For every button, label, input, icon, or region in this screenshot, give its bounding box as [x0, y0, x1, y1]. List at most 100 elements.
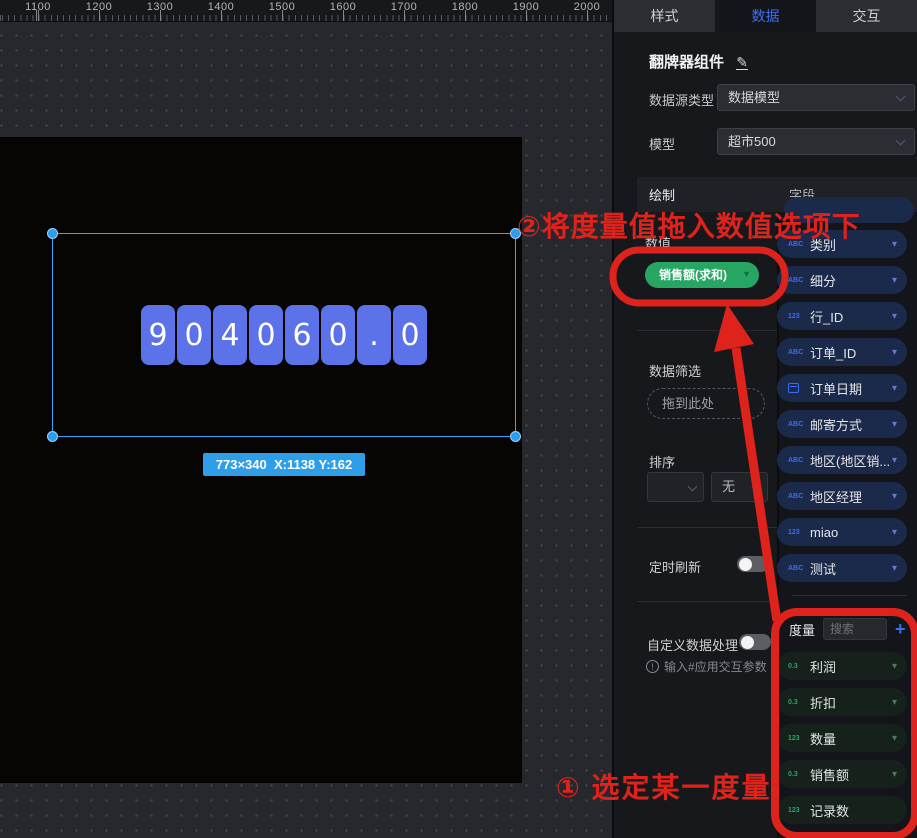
chevron-down-icon[interactable]: ▾ — [892, 769, 897, 780]
measure-pill[interactable]: 123 数量 ▾ — [777, 724, 907, 752]
field-label: 数量 — [810, 729, 836, 748]
chevron-down-icon[interactable]: ▾ — [892, 275, 897, 286]
dimension-pill[interactable]: ABC 类别 ▾ — [777, 230, 907, 258]
measure-search-input[interactable] — [823, 618, 887, 640]
ruler-label: 1700 — [391, 1, 417, 13]
field-label: 记录数 — [810, 801, 849, 820]
sort-field-select[interactable] — [647, 472, 704, 502]
component-title: 翻牌器组件 ✎ — [649, 51, 748, 72]
auto-refresh-toggle[interactable] — [737, 556, 769, 572]
resize-handle-top-right[interactable] — [510, 228, 521, 239]
measures-header: 度量 + — [789, 618, 906, 640]
ruler-label: 1200 — [86, 1, 112, 13]
panel-tab[interactable]: 数据 — [715, 0, 816, 32]
measure-pill[interactable]: 0.3 折扣 ▾ — [777, 688, 907, 716]
panel-tab[interactable]: 交互 — [816, 0, 917, 32]
chevron-down-icon[interactable]: ▾ — [892, 697, 897, 708]
field-type-icon: 0.3 — [788, 771, 810, 778]
resize-handle-top-left[interactable] — [47, 228, 58, 239]
field-label: 地区(地区销... — [810, 451, 890, 470]
ruler-label: 2000 — [574, 1, 600, 13]
design-workspace[interactable]: 1100120013001400150016001700180019002000… — [0, 0, 612, 838]
datasource-type-select[interactable]: 数据模型 — [717, 84, 915, 111]
value-label: 数值 — [645, 233, 671, 252]
filter-dropzone[interactable]: 拖到此处 — [647, 388, 765, 419]
field-type-icon: ABC — [788, 493, 810, 500]
dimension-pill[interactable]: 123 miao ▾ — [777, 518, 907, 546]
sort-label: 排序 — [649, 452, 675, 471]
value-measure-pill-label: 销售额(求和) — [659, 268, 727, 282]
dimension-pill[interactable]: ABC 测试 ▾ — [777, 554, 907, 582]
dimension-pill[interactable]: ABC 地区(地区销... ▾ — [777, 446, 907, 474]
chevron-down-icon[interactable]: ▾ — [892, 383, 897, 394]
chevron-down-icon[interactable]: ▾ — [892, 311, 897, 322]
digit-card: 6 — [285, 305, 319, 365]
digit-card: . — [357, 305, 391, 365]
ruler-label: 1900 — [513, 1, 539, 13]
field-label: 地区经理 — [810, 487, 862, 506]
field-label: 细分 — [810, 271, 836, 290]
info-icon: ! — [646, 660, 659, 673]
digit-card: 0 — [177, 305, 211, 365]
chevron-down-icon[interactable]: ▾ — [892, 733, 897, 744]
resize-handle-bottom-right[interactable] — [510, 431, 521, 442]
edit-icon[interactable]: ✎ — [736, 55, 748, 70]
field-label: 邮寄方式 — [810, 415, 862, 434]
add-measure-button[interactable]: + — [895, 620, 906, 638]
chevron-down-icon[interactable]: ▾ — [892, 347, 897, 358]
dimension-list: ABC 类别 ▾ ABC 细分 ▾ 123 行_ID ▾ ABC 订单_ID ▾ — [771, 230, 907, 590]
dimension-pill[interactable]: ABC 邮寄方式 ▾ — [777, 410, 907, 438]
field-label: 行_ID — [810, 307, 843, 326]
chevron-down-icon[interactable]: ▾ — [892, 491, 897, 502]
chevron-down-icon — [752, 482, 762, 492]
chevron-down-icon[interactable]: ▾ — [892, 239, 897, 250]
flip-card-widget[interactable]: 904060.0 — [141, 305, 427, 365]
measure-pill[interactable]: 0.3 销售额 ▾ — [777, 760, 907, 788]
dimension-pill[interactable]: 123 行_ID ▾ — [777, 302, 907, 330]
digit-card: 0 — [321, 305, 355, 365]
dimension-pill[interactable]: ABC 地区经理 ▾ — [777, 482, 907, 510]
field-type-icon: 123 — [788, 313, 810, 320]
field-label: 订单日期 — [810, 379, 862, 398]
field-label: miao — [810, 525, 838, 540]
model-label: 模型 — [649, 134, 675, 153]
ruler-label: 1600 — [330, 1, 356, 13]
chevron-down-icon[interactable]: ▾ — [892, 661, 897, 672]
chevron-down-icon — [688, 482, 698, 492]
panel-tabbar: 样式数据交互 — [614, 0, 917, 32]
dimension-pill[interactable]: ABC 细分 ▾ — [777, 266, 907, 294]
divider — [637, 527, 777, 528]
ruler-label: 1500 — [269, 1, 295, 13]
field-type-icon: ABC — [788, 565, 810, 572]
subtab-draw[interactable]: 绘制 — [637, 177, 777, 212]
chevron-down-icon[interactable]: ▾ — [892, 419, 897, 430]
custom-processing-toggle[interactable] — [739, 634, 771, 650]
field-type-icon: ABC — [788, 349, 810, 356]
settings-panel: 样式数据交互 翻牌器组件 ✎ 数据源类型 数据模型 模型 超市500 绘制 字段… — [612, 0, 917, 838]
dimension-pill[interactable]: 订单日期 ▾ — [777, 374, 907, 402]
divider — [637, 601, 777, 602]
chevron-down-icon[interactable]: ▾ — [892, 455, 897, 466]
field-type-icon: 0.3 — [788, 663, 810, 670]
field-pill-partial[interactable] — [784, 197, 914, 223]
chevron-down-icon[interactable]: ▾ — [744, 262, 749, 288]
sort-order-value: 无 — [722, 479, 735, 494]
custom-processing-label: 自定义数据处理 — [647, 635, 738, 654]
divider — [792, 595, 907, 596]
field-label: 折扣 — [810, 693, 836, 712]
model-value: 超市500 — [728, 134, 776, 149]
measure-pill[interactable]: 123 记录数 ▾ — [777, 796, 907, 824]
toggle-knob — [741, 636, 754, 649]
model-select[interactable]: 超市500 — [717, 128, 915, 155]
sort-order-select[interactable]: 无 — [711, 472, 768, 502]
resize-handle-bottom-left[interactable] — [47, 431, 58, 442]
field-label: 类别 — [810, 235, 836, 254]
datasource-type-value: 数据模型 — [728, 90, 780, 105]
measure-list: 0.3 利润 ▾ 0.3 折扣 ▾ 123 数量 ▾ 0.3 销售额 ▾ — [771, 652, 907, 832]
dimension-pill[interactable]: ABC 订单_ID ▾ — [777, 338, 907, 366]
chevron-down-icon[interactable]: ▾ — [892, 527, 897, 538]
measure-pill[interactable]: 0.3 利润 ▾ — [777, 652, 907, 680]
value-measure-pill[interactable]: 销售额(求和) ▾ — [645, 262, 759, 288]
chevron-down-icon[interactable]: ▾ — [892, 563, 897, 574]
panel-tab[interactable]: 样式 — [614, 0, 715, 32]
